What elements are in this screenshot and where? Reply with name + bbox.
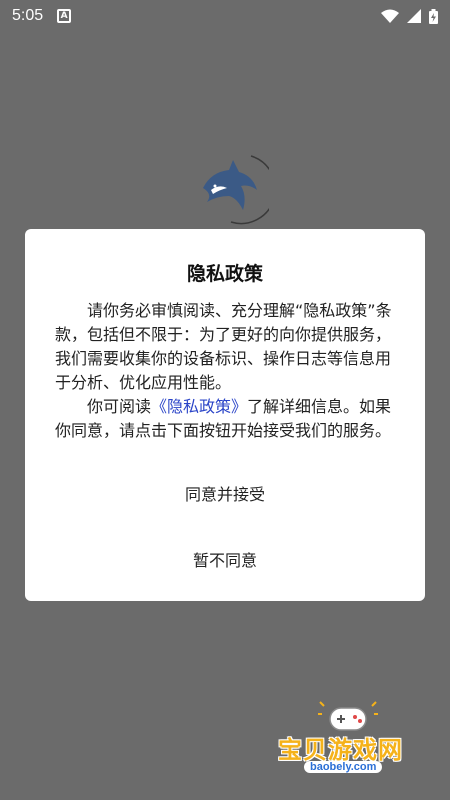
- decline-button[interactable]: 暂不同意: [25, 547, 425, 571]
- dialog-body: 请你务必审慎阅读、充分理解“隐私政策”条款，包括但不限于：为了更好的向你提供服务…: [55, 299, 395, 443]
- watermark-url: baobely.com: [304, 761, 383, 773]
- signal-icon: [407, 9, 421, 23]
- status-icons: [381, 8, 438, 24]
- status-time: 5:05: [12, 7, 44, 24]
- policy-paragraph-1: 请你务必审慎阅读、充分理解“隐私政策”条款，包括但不限于：为了更好的向你提供服务…: [55, 301, 392, 392]
- watermark: 宝贝游戏网 baobely.com: [268, 700, 428, 785]
- privacy-dialog: 隐私政策 请你务必审慎阅读、充分理解“隐私政策”条款，包括但不限于：为了更好的向…: [25, 229, 425, 601]
- privacy-policy-link[interactable]: 《隐私政策》: [151, 397, 247, 416]
- battery-icon: [429, 8, 438, 24]
- paragraph-2-lead: 你可阅读: [87, 397, 152, 416]
- policy-paragraph-2: 你可阅读《隐私政策》了解详细信息。如果你同意，请点击下面按钮开始接受我们的服务。: [55, 395, 395, 443]
- dialog-title: 隐私政策: [186, 263, 263, 285]
- keyboard-a-icon: A: [57, 9, 72, 23]
- accept-button[interactable]: 同意并接受: [25, 481, 425, 505]
- status-bar: 5:05 A: [0, 0, 450, 32]
- watermark-text: 宝贝游戏网: [278, 736, 403, 764]
- shark-logo-icon: [203, 155, 269, 225]
- wifi-icon: [381, 9, 399, 23]
- gamepad-icon: [318, 701, 378, 731]
